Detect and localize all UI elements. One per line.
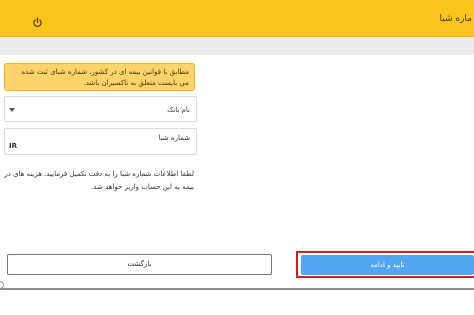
power-icon[interactable] [32, 13, 43, 27]
sheba-input[interactable]: شماره شبا IR [4, 128, 197, 155]
sheba-info-text: لطفا اطلاعات شماره شبا را به دقت تکمیل ف… [4, 168, 194, 194]
app-header: ماره شبا [0, 0, 474, 37]
warning-alert: مطابق با قوانین بیمه ای در کشور، شماره ش… [4, 63, 195, 91]
sheba-input-label: شماره شبا [158, 134, 190, 142]
confirm-continue-button[interactable]: تایید و ادامه [301, 255, 474, 275]
bottom-divider [0, 288, 474, 290]
chevron-down-icon [9, 108, 15, 112]
bank-select-label: نام بانک [167, 106, 190, 114]
sheba-country-prefix: IR [9, 142, 17, 150]
sheba-info-line-2: بیمه به این حساب واریز خواهد شد. [91, 183, 194, 191]
page-title: ماره شبا [439, 14, 472, 24]
bank-select[interactable]: نام بانک [4, 96, 197, 122]
sheba-info-line-1: لطفا اطلاعات شماره شبا را به دقت تکمیل ف… [4, 170, 194, 178]
header-divider-band [0, 37, 474, 55]
back-button[interactable]: بازگشت [7, 254, 272, 275]
warning-alert-text: مطابق با قوانین بیمه ای در کشور، شماره ش… [21, 68, 189, 87]
